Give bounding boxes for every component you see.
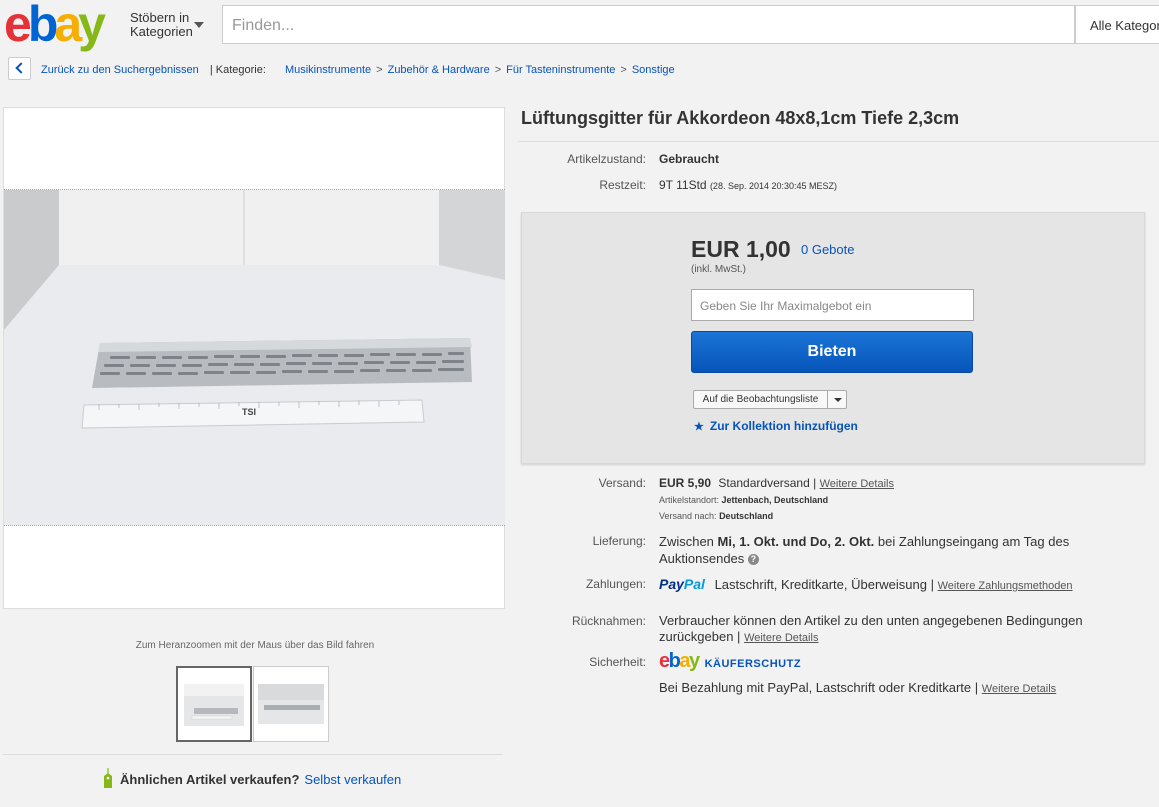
- chevron-down-icon[interactable]: [194, 22, 204, 28]
- zoom-hint: Zum Heranzoomen mit der Maus über das Bi…: [135, 640, 375, 651]
- returns-line2: zurückgeben | Weitere Details: [659, 629, 818, 644]
- security-description: Bei Bezahlung mit PayPal, Lastschrift od…: [659, 680, 979, 695]
- buyer-protection-label: KÄUFERSCHUTZ: [704, 658, 802, 670]
- shipping-label: Versand:: [598, 476, 646, 490]
- category-label: | Kategorie:: [209, 64, 266, 76]
- security-details-link[interactable]: Weitere Details: [982, 683, 1056, 695]
- sell-yourself-link[interactable]: Selbst verkaufen: [304, 772, 401, 787]
- ebay-logo-letter: a: [54, 0, 82, 52]
- divider: [3, 754, 503, 755]
- breadcrumb-item-zubehoer[interactable]: Zubehör & Hardware: [388, 64, 490, 76]
- payment-methods: PayPal Lastschrift, Kreditkarte, Überwei…: [659, 576, 1073, 592]
- breadcrumb-separator: >: [620, 64, 627, 76]
- sell-question: Ähnlichen Artikel verkaufen?: [120, 772, 300, 787]
- ships-to: Versand nach: Deutschland: [659, 511, 773, 521]
- ebay-logo-letter: y: [688, 650, 700, 672]
- ebay-logo-letter: a: [679, 650, 690, 672]
- delivery-dates: Mi, 1. Okt. und Do, 2. Okt.: [717, 534, 875, 549]
- ships-to-label: Versand nach:: [659, 511, 717, 521]
- location-value: Jettenbach, Deutschland: [721, 495, 829, 505]
- star-icon: ★: [694, 421, 704, 433]
- returns-label: Rücknahmen:: [571, 614, 646, 628]
- breadcrumb-item-tasteninstrumente[interactable]: Für Tasteninstrumente: [506, 64, 615, 76]
- time-left: 9T 11Std: [659, 178, 707, 192]
- divider: [518, 141, 1159, 142]
- ebay-logo-letter: b: [27, 0, 58, 52]
- delivery-prefix: Zwischen: [659, 534, 714, 549]
- watchlist-button[interactable]: Auf die Beobachtungsliste: [693, 390, 847, 409]
- returns-text: zurückgeben |: [659, 629, 741, 644]
- max-bid-input[interactable]: Geben Sie Ihr Maximalgebot ein: [691, 289, 974, 321]
- delivery-auction-end: Auktionsendes: [659, 551, 745, 566]
- returns-line1: Verbraucher können den Artikel zu den un…: [659, 613, 1083, 628]
- breadcrumb-separator: >: [376, 64, 383, 76]
- shipping-value: EUR 5,90 Standardversand | Weitere Detai…: [659, 476, 894, 490]
- shipping-method: Standardversand |: [718, 476, 817, 490]
- item-location: Artikelstandort: Jettenbach, Deutschland: [659, 495, 828, 505]
- browse-label-line2: Kategorien: [130, 24, 193, 39]
- condition-value: Gebraucht: [659, 152, 720, 166]
- payments-label: Zahlungen:: [585, 577, 646, 591]
- ebay-logo-small: ebay: [659, 650, 700, 672]
- breadcrumb-item-sonstige[interactable]: Sonstige: [632, 64, 675, 76]
- item-title: Lüftungsgitter für Akkordeon 48x8,1cm Ti…: [521, 108, 960, 128]
- ebay-logo[interactable]: ebay: [4, 0, 106, 52]
- browse-label-line1: Stöbern in: [130, 10, 190, 25]
- ebay-logo-letter: e: [659, 650, 670, 672]
- current-price: EUR 1,00: [691, 236, 791, 262]
- thumbnail-1[interactable]: [176, 666, 252, 742]
- breadcrumb-item-musikinstrumente[interactable]: Musikinstrumente: [285, 64, 371, 76]
- breadcrumb: Zurück zu den Suchergebnissen | Kategori…: [41, 64, 675, 76]
- end-date: (28. Sep. 2014 20:30:45 MESZ): [709, 181, 838, 191]
- delivery-label: Lieferung:: [592, 534, 646, 548]
- ships-to-value: Deutschland: [719, 511, 774, 521]
- bid-count-link[interactable]: 0 Gebote: [801, 242, 855, 257]
- time-left-value: 9T 11Std (28. Sep. 2014 20:30:45 MESZ): [659, 178, 837, 192]
- watchlist-label[interactable]: Auf die Beobachtungsliste: [694, 391, 828, 408]
- collection-label: Zur Kollektion hinzufügen: [709, 419, 858, 433]
- security-text: Bei Bezahlung mit PayPal, Lastschrift od…: [659, 680, 1056, 695]
- paypal-logo: PayPal: [659, 576, 705, 592]
- condition-label: Artikelzustand:: [567, 152, 646, 166]
- shipping-details-link[interactable]: Weitere Details: [820, 478, 894, 490]
- shipping-cost: EUR 5,90: [659, 476, 712, 490]
- chevron-down-icon[interactable]: [834, 398, 842, 402]
- search-input[interactable]: Finden...: [222, 5, 1075, 44]
- ruler-label: TSI: [242, 407, 256, 417]
- more-payment-methods-link[interactable]: Weitere Zahlungsmethoden: [938, 580, 1073, 592]
- returns-details-link[interactable]: Weitere Details: [744, 632, 818, 644]
- ebay-logo-letter: b: [668, 650, 681, 672]
- ebay-logo-letter: y: [78, 0, 106, 52]
- category-select[interactable]: Alle Kategorien: [1075, 5, 1159, 44]
- payment-methods-list: Lastschrift, Kreditkarte, Überweisung |: [714, 577, 934, 592]
- delivery-line1: Zwischen Mi, 1. Okt. und Do, 2. Okt. bei…: [659, 534, 1069, 549]
- buyer-protection-badge: ebay KÄUFERSCHUTZ: [659, 650, 801, 673]
- add-to-collection-link[interactable]: ★ Zur Kollektion hinzufügen: [694, 419, 858, 433]
- back-to-results-link[interactable]: Zurück zu den Suchergebnissen: [41, 64, 199, 76]
- browse-categories-button[interactable]: Stöbern in Kategorien: [130, 11, 193, 39]
- location-label: Artikelstandort:: [659, 495, 720, 505]
- vat-note: (inkl. MwSt.): [691, 264, 746, 275]
- back-arrow-icon[interactable]: [8, 57, 31, 80]
- sell-similar: Ähnlichen Artikel verkaufen? Selbst verka…: [100, 772, 401, 787]
- help-icon[interactable]: ?: [747, 554, 759, 565]
- security-label: Sicherheit:: [589, 655, 646, 669]
- header: ebay Stöbern in Kategorien Finden... All…: [0, 0, 1159, 50]
- breadcrumb-separator: >: [494, 64, 502, 76]
- bid-button[interactable]: Bieten: [691, 331, 973, 373]
- time-left-label: Restzeit:: [599, 178, 646, 192]
- ebay-logo-letter: e: [4, 0, 32, 52]
- thumbnail-2[interactable]: [253, 666, 329, 742]
- delivery-suffix: bei Zahlungseingang am Tag des: [877, 534, 1070, 549]
- delivery-line2: Auktionsendes ?: [659, 551, 759, 566]
- product-image[interactable]: TSI: [4, 189, 505, 526]
